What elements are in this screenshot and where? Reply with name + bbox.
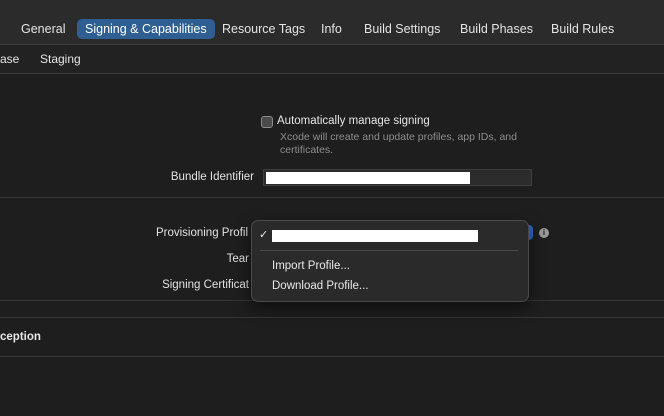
tab-info[interactable]: Info xyxy=(321,19,342,39)
auto-manage-signing-label[interactable]: Automatically manage signing xyxy=(277,115,430,127)
tab-signing-capabilities[interactable]: Signing & Capabilities xyxy=(77,19,215,39)
section-title[interactable]: ception xyxy=(0,331,41,343)
bundle-identifier-label: Bundle Identifier xyxy=(170,171,254,183)
menu-item-import-profile[interactable]: Import Profile... xyxy=(272,260,350,272)
menu-item-download-profile[interactable]: Download Profile... xyxy=(272,280,369,292)
signing-certificate-label: Signing Certificat xyxy=(162,279,249,291)
provisioning-profile-menu: ✓ Import Profile... Download Profile... xyxy=(251,220,529,302)
auto-manage-signing-checkbox[interactable] xyxy=(261,116,273,128)
bundle-identifier-redaction xyxy=(266,172,470,184)
tab-build-rules[interactable]: Build Rules xyxy=(551,19,614,39)
tab-build-settings[interactable]: Build Settings xyxy=(364,19,440,39)
auto-manage-signing-help: Xcode will create and update profiles, a… xyxy=(280,131,517,156)
menu-item-selected-profile[interactable] xyxy=(272,230,478,242)
tab-resource-tags[interactable]: Resource Tags xyxy=(222,19,305,39)
config-tab-staging[interactable]: Staging xyxy=(40,52,81,66)
bundle-identifier-field[interactable] xyxy=(263,169,532,186)
configuration-bar: ase Staging xyxy=(0,45,664,74)
section-divider xyxy=(0,356,664,357)
info-icon[interactable]: i xyxy=(539,228,549,238)
tab-general[interactable]: General xyxy=(21,19,65,39)
menu-separator xyxy=(260,250,518,251)
tab-build-phases[interactable]: Build Phases xyxy=(460,19,533,39)
config-tab-release[interactable]: ase xyxy=(0,52,19,66)
provisioning-profile-label: Provisioning Profil xyxy=(155,227,248,239)
team-label: Tear xyxy=(226,253,249,265)
checkmark-icon: ✓ xyxy=(259,229,269,241)
section-divider xyxy=(0,197,664,198)
section-divider xyxy=(0,317,664,318)
editor-tab-bar: General Signing & Capabilities Resource … xyxy=(0,0,664,45)
